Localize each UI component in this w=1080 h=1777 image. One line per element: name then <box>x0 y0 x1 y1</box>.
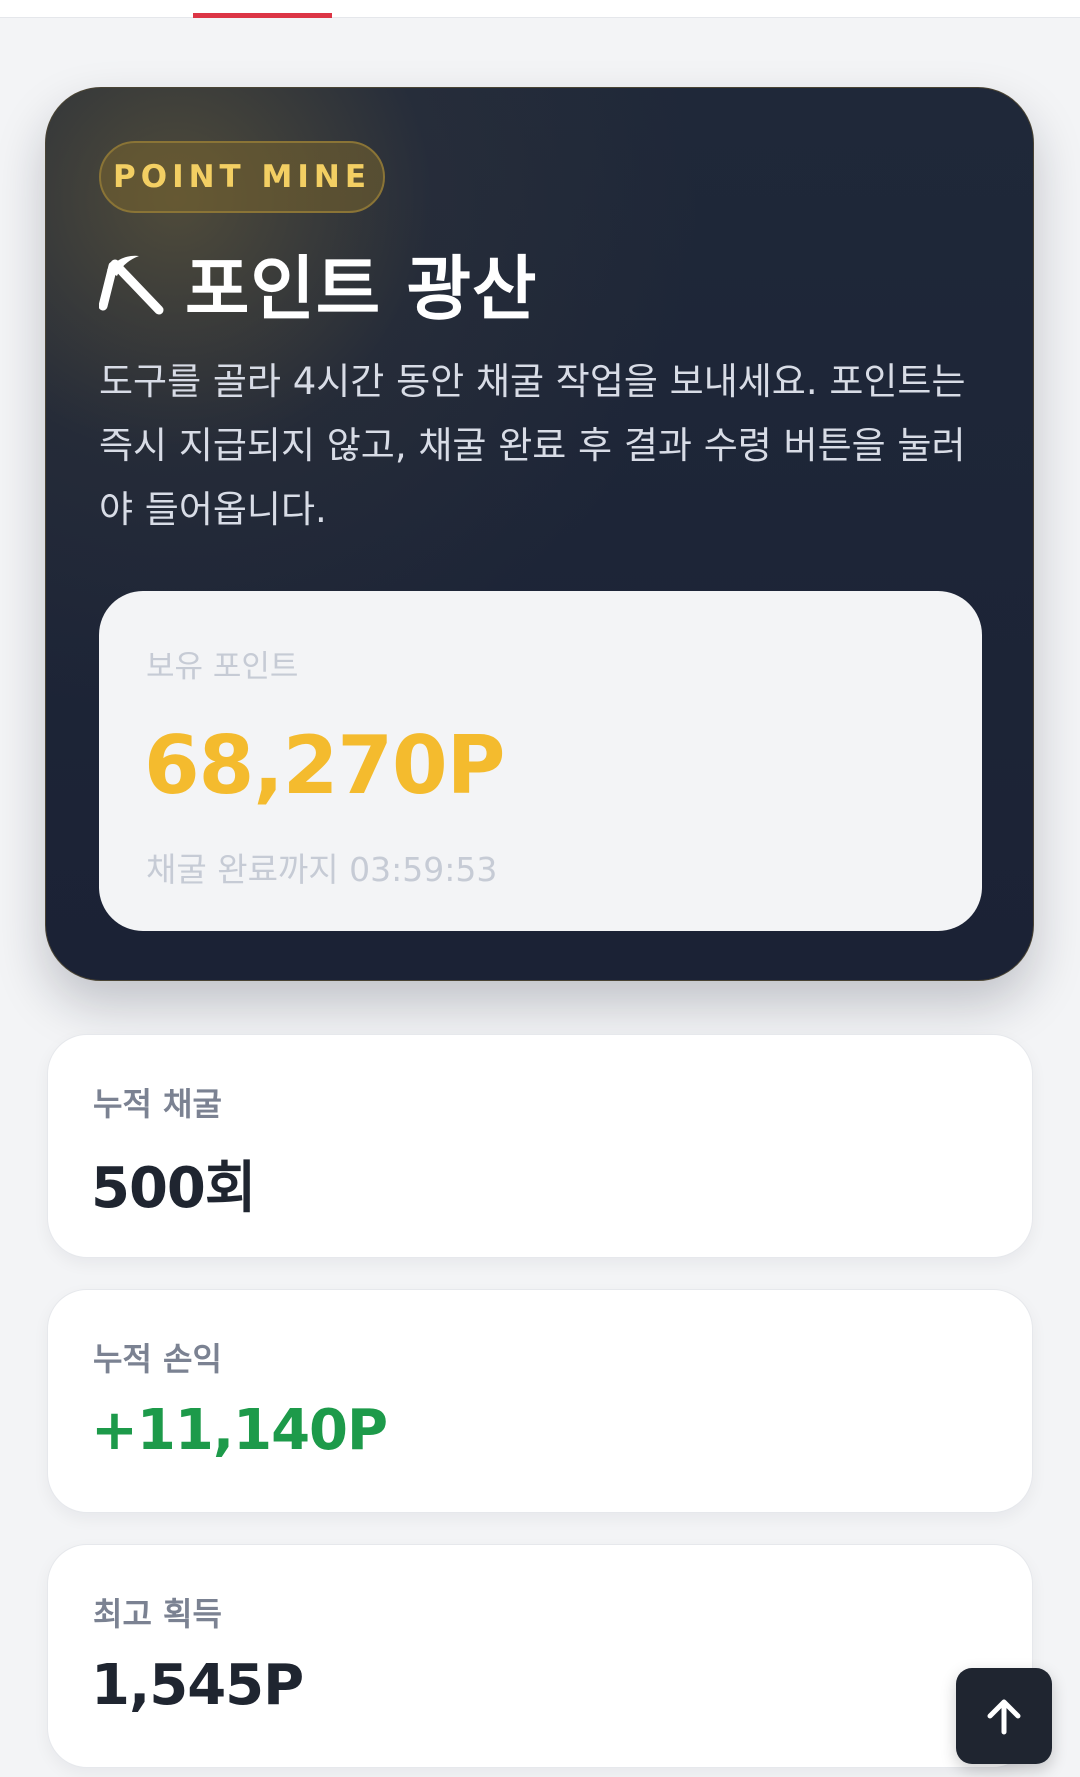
active-tab-indicator <box>193 13 332 18</box>
point-mine-badge: POINT MINE <box>99 141 385 213</box>
mining-timer: 채굴 완료까지 03:59:53 <box>146 850 498 889</box>
scroll-to-top-button[interactable] <box>956 1668 1052 1764</box>
stat-label: 누적 채굴 <box>93 1085 222 1123</box>
points-balance-card: 보유 포인트 68,270P 채굴 완료까지 03:59:53 <box>99 591 982 931</box>
stat-value: +11,140P <box>91 1398 388 1463</box>
points-label: 보유 포인트 <box>146 649 299 685</box>
stat-card-total-mining: 누적 채굴 500회 <box>47 1034 1033 1258</box>
stat-value: 1,545P <box>91 1653 304 1718</box>
stat-label: 최고 획득 <box>93 1595 222 1633</box>
arrow-up-icon <box>987 1699 1021 1735</box>
stat-value: 500회 <box>91 1156 256 1221</box>
hero-description: 도구를 골라 4시간 동안 채굴 작업을 보내세요. 포인트는 즉시 지급되지 … <box>99 360 966 531</box>
hero-heading: 포인트 광산 <box>99 238 537 330</box>
points-value: 68,270P <box>144 719 505 812</box>
top-nav-bar <box>0 0 1080 18</box>
stat-card-best-gain: 최고 획득 1,545P <box>47 1544 1033 1768</box>
stat-card-total-profit: 누적 손익 +11,140P <box>47 1289 1033 1513</box>
point-mine-hero: POINT MINE 포인트 광산 도구를 골라 4시간 동안 채굴 작업을 보… <box>45 87 1034 981</box>
page-title: 포인트 광산 <box>185 247 538 330</box>
pickaxe-icon <box>99 255 164 315</box>
badge-label: POINT MINE <box>113 159 371 195</box>
stat-label: 누적 손익 <box>93 1340 222 1378</box>
